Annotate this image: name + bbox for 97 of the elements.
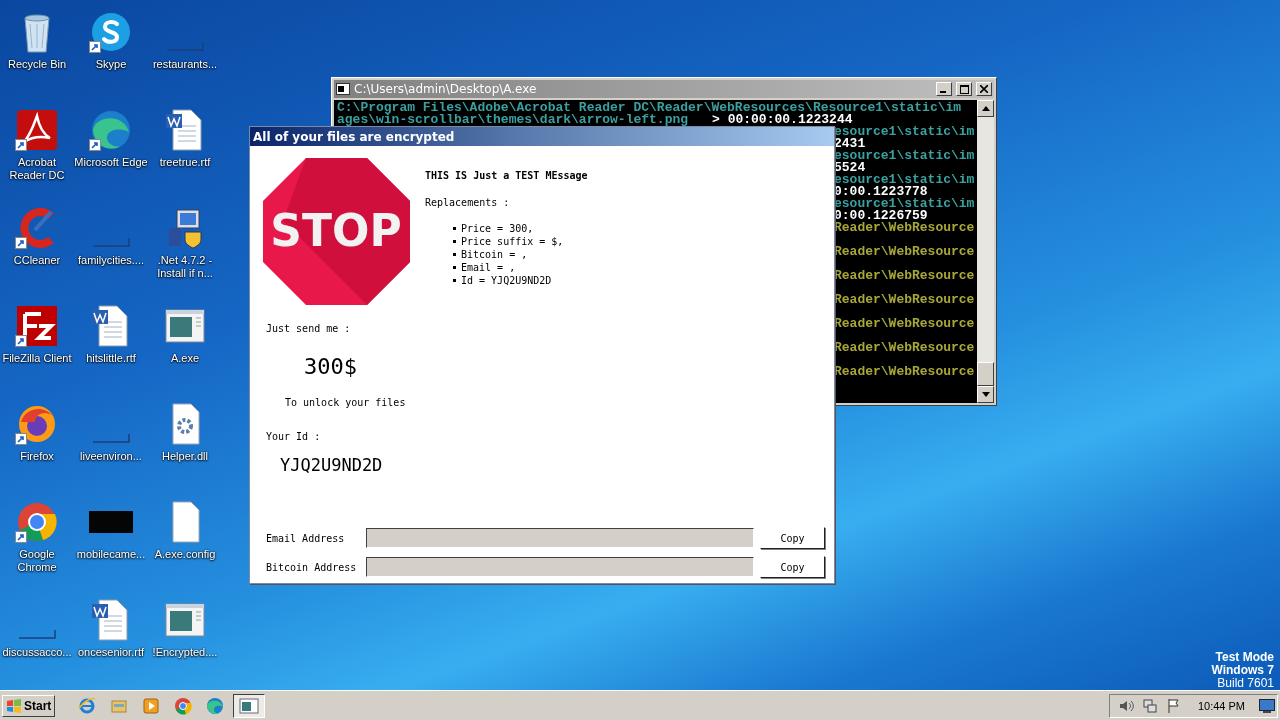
console-text: C:\Program Files\Adobe\Acrobat Reader DC\Reader\WebResources\Resource1\static\im (337, 102, 962, 114)
send-label: Just send me : (266, 323, 351, 334)
stop-sign-icon: STOP (263, 158, 410, 305)
filezilla-icon (15, 304, 59, 348)
console-text: Reader\WebResource (834, 294, 975, 306)
icon-label[interactable]: .Net 4.7.2 - Install if n... (148, 254, 222, 280)
replacement-item: Bitcoin = , (461, 248, 528, 261)
console-text: 2431 (834, 138, 866, 150)
down-arrow-icon (981, 392, 990, 397)
scrollbar[interactable] (977, 100, 994, 403)
console-text: Reader\WebResource (834, 342, 975, 354)
replacement-item: Price = 300, (461, 222, 534, 235)
victim-id: YJQ2U9ND2D (280, 455, 383, 475)
console-text: 0:00.1226759 (834, 210, 928, 222)
scroll-thumb[interactable] (977, 362, 994, 386)
icon-label[interactable]: liveenviron... (74, 450, 148, 463)
show-desktop-button[interactable] (1259, 698, 1275, 713)
os-notice-text: Build 7601 (1217, 677, 1274, 690)
up-arrow-icon (981, 106, 990, 111)
thumbnail-icon (18, 629, 56, 639)
flag-icon (1165, 697, 1182, 714)
ransom-amount: 300$ (304, 354, 357, 379)
id-label: Your Id : (266, 431, 321, 442)
icon-label[interactable]: familycities.... (74, 254, 148, 267)
icon-label[interactable]: mobilecame... (74, 548, 148, 561)
thumbnail-icon (92, 433, 130, 443)
icon-label[interactable]: A.exe (148, 352, 222, 365)
minimize-button[interactable] (936, 82, 952, 96)
console-icon (336, 83, 350, 95)
os-notice-text: Windows 7 (1211, 664, 1274, 677)
close-button[interactable] (976, 82, 992, 96)
thumbnail-icon (166, 41, 204, 51)
maximize-button[interactable] (956, 82, 972, 96)
icon-label[interactable]: CCleaner (0, 254, 74, 267)
icon-label[interactable]: treetrue.rtf (148, 156, 222, 169)
start-button[interactable]: Start (2, 694, 56, 717)
media-player-icon (142, 696, 161, 715)
replacement-item: Price suffix = $, (461, 235, 564, 248)
message-heading: THIS IS Just a TEST MEssage (425, 170, 588, 181)
dialog-title: All of your files are encrypted (250, 127, 834, 146)
field-label: Email Address (266, 532, 346, 544)
maximize-icon (959, 84, 969, 94)
console-text: esource1\static\im (834, 198, 975, 210)
console-text: Reader\WebResource (834, 270, 975, 282)
icon-label[interactable]: discussacco... (0, 646, 74, 659)
bullet-icon (453, 227, 456, 230)
icon-label[interactable]: Recycle Bin (0, 58, 74, 71)
icon-label[interactable]: restaurants... (148, 58, 222, 71)
replacement-item: Email = , (461, 261, 516, 274)
thumbnail-icon (89, 511, 133, 533)
console-text: esource1\static\im (834, 174, 975, 186)
icon-label[interactable]: hitslittle.rtf (74, 352, 148, 365)
chrome-icon (15, 500, 59, 544)
skype-icon (89, 10, 133, 54)
console-text: Reader\WebResource (834, 318, 975, 330)
icon-label[interactable]: Firefox (0, 450, 74, 463)
network-icon (1141, 697, 1158, 714)
icon-label[interactable]: !Encrypted.... (148, 646, 222, 659)
acrobat-icon (15, 108, 59, 152)
console-text: 0:00.1223778 (834, 186, 928, 198)
window-icon (239, 697, 260, 714)
console-text: > 00:00:00.1223244 (712, 114, 853, 126)
windows-flag-icon (6, 698, 22, 713)
window-title: C:\Users\admin\Desktop\A.exe (354, 82, 538, 96)
console-text: 5524 (834, 162, 866, 174)
icon-label[interactable]: Google Chrome (0, 548, 74, 574)
icon-label[interactable]: Helper.dll (148, 450, 222, 463)
chrome-icon (174, 696, 193, 715)
icon-label[interactable]: oncesenior.rtf (74, 646, 148, 659)
icon-label[interactable]: FileZilla Client (0, 352, 74, 365)
unlock-text: To unlock your files (285, 397, 406, 408)
icon-label[interactable]: Microsoft Edge (74, 156, 148, 169)
icon-label[interactable]: A.exe.config (148, 548, 222, 561)
console-text: Reader\WebResource (834, 366, 975, 378)
edge-icon (89, 108, 133, 152)
thumbnail-icon (92, 237, 130, 247)
console-text: esource1\static\im (834, 126, 975, 138)
taskbar-button[interactable] (233, 693, 266, 718)
console-text: Reader\WebResource (834, 246, 975, 258)
os-notice-text: Test Mode (1215, 651, 1274, 664)
field-label: Bitcoin Address (266, 561, 358, 573)
console-text: ages\win-scrollbar\themes\dark\arrow-left.png (337, 114, 689, 126)
replacements-label: Replacements : (425, 197, 511, 208)
bullet-icon (453, 279, 456, 282)
bullet-icon (453, 253, 456, 256)
console-text: esource1\static\im (834, 150, 975, 162)
desktop-icon (1259, 698, 1275, 713)
console-text: Reader\WebResource (834, 222, 975, 234)
icon-label[interactable]: Skype (74, 58, 148, 71)
bullet-icon (453, 266, 456, 269)
replacement-item: Id = YJQ2U9ND2D (461, 274, 552, 287)
bullet-icon (453, 240, 456, 243)
clock[interactable]: 10:44 PM (1197, 699, 1245, 712)
internet-explorer-icon (78, 696, 97, 715)
icon-label[interactable]: Acrobat Reader DC (0, 156, 74, 182)
edge-icon (206, 696, 225, 715)
close-icon (980, 85, 988, 93)
